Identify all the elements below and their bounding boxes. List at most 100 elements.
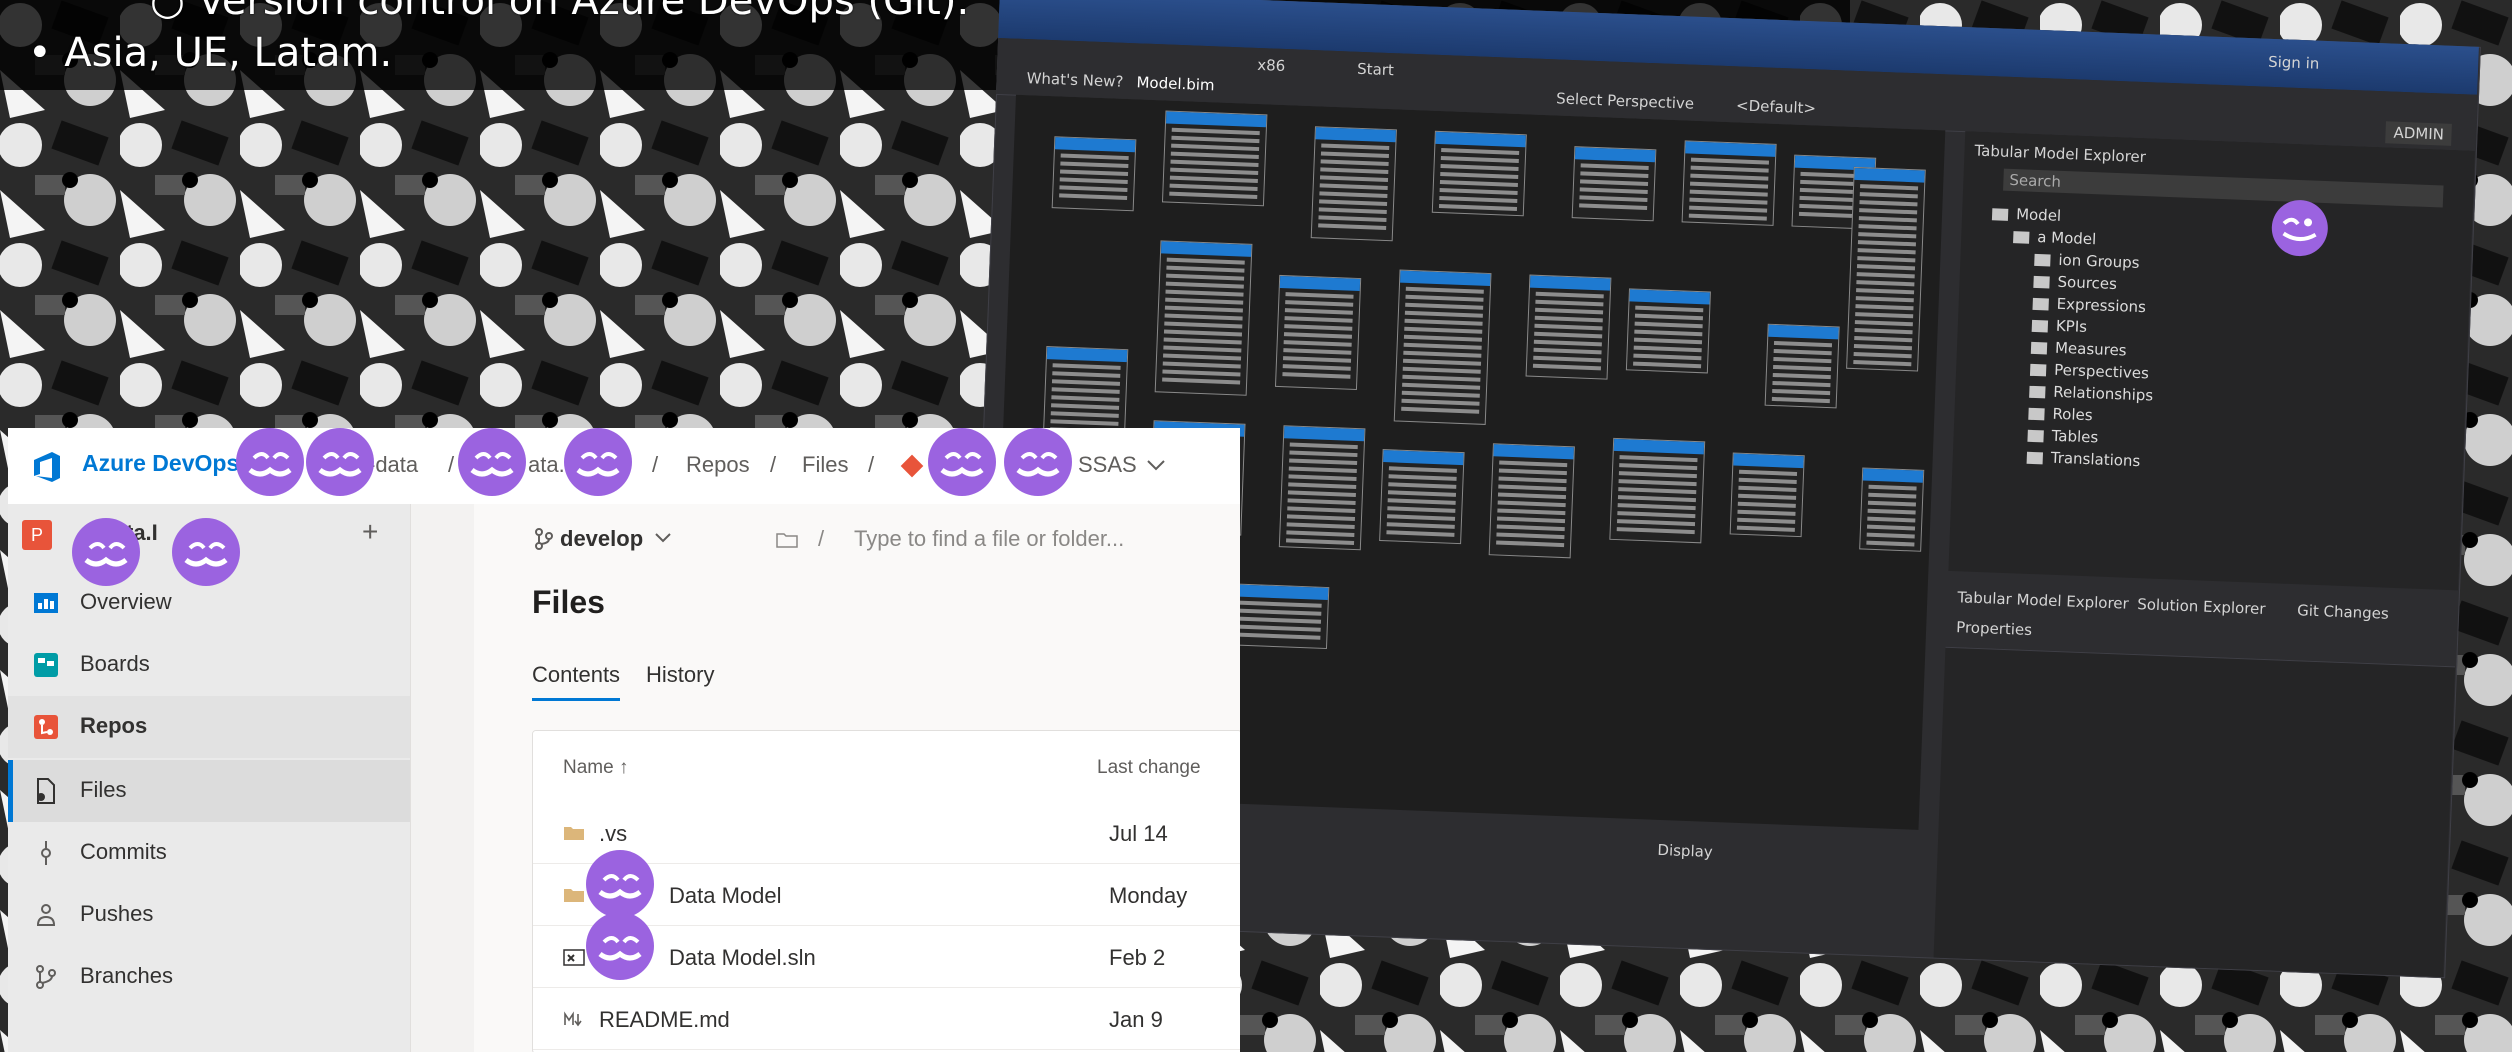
chevron-down-icon[interactable]: [1146, 458, 1166, 472]
tree-item[interactable]: Relationships: [2029, 382, 2154, 405]
sidebar-item-branches[interactable]: Branches: [8, 946, 410, 1008]
vs-sign-in[interactable]: Sign in: [2268, 53, 2320, 73]
markdown-file-icon: [564, 1011, 582, 1027]
tab-git-changes[interactable]: Git Changes: [2297, 601, 2389, 623]
tree-item[interactable]: Measures: [2030, 338, 2127, 360]
explorer-search-input[interactable]: Search: [2009, 171, 2061, 191]
overview-icon: [34, 593, 58, 613]
tree-item[interactable]: a Model: [2013, 227, 2097, 248]
explorer-title: Tabular Model Explorer: [1974, 141, 2147, 167]
vs-start-button[interactable]: Start: [1357, 60, 1394, 79]
file-name[interactable]: Data Model.sln: [669, 945, 816, 971]
solution-file-icon: [563, 949, 585, 966]
table-row[interactable]: README.md Jan 9: [533, 989, 1240, 1050]
model-table-node[interactable]: [1609, 437, 1706, 544]
redaction-avatar-icon: [236, 428, 304, 496]
sidebar-item-repos[interactable]: Repos: [8, 696, 410, 758]
tree-item[interactable]: Model: [1991, 204, 2062, 225]
tree-item[interactable]: Expressions: [2032, 294, 2146, 316]
tree-item-label: Roles: [2052, 404, 2093, 425]
vs-config-select[interactable]: x86: [1257, 56, 1286, 75]
model-table-node[interactable]: [1729, 452, 1805, 538]
redaction-avatar-icon: [564, 428, 632, 496]
column-header-name[interactable]: Name ↑: [563, 757, 628, 779]
sidebar-item-label: Pushes: [80, 901, 154, 926]
tab-contents[interactable]: Contents: [532, 662, 620, 688]
model-table-node[interactable]: [1764, 323, 1840, 409]
breadcrumb-repo-name[interactable]: SSAS: [1078, 452, 1137, 478]
branch-icon: [535, 528, 553, 550]
redaction-avatar-icon: [1004, 428, 1072, 496]
model-table-node[interactable]: [1310, 126, 1397, 242]
model-table-node[interactable]: [1278, 425, 1366, 551]
folder-icon: [2027, 429, 2044, 442]
explorer-search-box[interactable]: Search: [2003, 168, 2444, 208]
model-table-node[interactable]: [1681, 140, 1777, 226]
azure-devops-window: Azure DevOps -data / ata. / Repos / File…: [8, 428, 1240, 1052]
add-button[interactable]: +: [362, 516, 378, 548]
ado-sidebar: P ta.I + Overview Boards Repos Files Commits…: [8, 504, 410, 1052]
sidebar-item-label: Repos: [80, 713, 148, 738]
file-last-change: Feb 2: [1109, 945, 1166, 970]
model-table-node[interactable]: [1161, 110, 1268, 207]
file-last-change: Monday: [1109, 883, 1188, 908]
sidebar-item-pushes[interactable]: Pushes: [8, 884, 410, 946]
vs-tab-model-bim[interactable]: Model.bim: [1136, 73, 1215, 94]
folder-icon: [564, 889, 584, 902]
model-table-node[interactable]: [1154, 240, 1253, 396]
tree-item[interactable]: Sources: [2033, 272, 2117, 293]
slide-bullet-version-control: ○ Version control on Azure DevOps (Git).: [150, 0, 970, 24]
model-table-node[interactable]: [1042, 346, 1129, 442]
model-table-node[interactable]: [1525, 274, 1612, 380]
tree-item[interactable]: Translations: [2026, 448, 2141, 471]
tree-item[interactable]: ion Groups: [2034, 250, 2140, 272]
breadcrumb-project[interactable]: ata.: [528, 452, 565, 478]
tree-item-label: Translations: [2050, 448, 2141, 471]
tree-item-label: Tables: [2051, 426, 2099, 447]
vs-admin-badge: ADMIN: [2385, 121, 2453, 146]
sidebar-item-files[interactable]: Files: [8, 760, 410, 822]
breadcrumb-files[interactable]: Files: [802, 452, 848, 478]
model-table-node[interactable]: [1379, 449, 1465, 545]
file-name[interactable]: .vs: [599, 821, 627, 847]
folder-icon: [1991, 207, 2009, 221]
sidebar-item-label: Commits: [80, 839, 167, 864]
panel-divider: [410, 504, 475, 1052]
tree-item-label: Model: [2015, 205, 2062, 225]
azure-devops-brand[interactable]: Azure DevOps: [82, 450, 239, 477]
file-name[interactable]: Data Model: [669, 883, 782, 909]
model-table-node[interactable]: [1625, 288, 1711, 374]
model-table-node[interactable]: [1571, 146, 1657, 222]
model-table-node[interactable]: [1051, 136, 1137, 212]
folder-icon: [2031, 319, 2049, 332]
folder-icon: [2029, 363, 2047, 376]
sidebar-item-commits[interactable]: Commits: [8, 822, 410, 884]
table-header: Name ↑ Last change: [533, 731, 1240, 804]
file-name[interactable]: README.md: [599, 1007, 730, 1033]
tree-item[interactable]: KPIs: [2031, 316, 2087, 336]
breadcrumb-repos[interactable]: Repos: [686, 452, 750, 478]
vs-tab-whats-new[interactable]: What's New?: [1026, 69, 1123, 91]
chevron-down-icon[interactable]: [654, 532, 672, 544]
tab-history[interactable]: History: [646, 662, 714, 688]
model-table-node[interactable]: [1859, 467, 1925, 552]
tree-item[interactable]: Roles: [2028, 404, 2093, 424]
vs-perspective-select[interactable]: <Default>: [1736, 96, 1817, 117]
breadcrumb-org[interactable]: -data: [368, 452, 418, 478]
model-table-node[interactable]: [1846, 166, 1926, 372]
tab-contents-underline: [532, 698, 620, 701]
column-header-last-change[interactable]: Last change: [1097, 757, 1201, 779]
model-table-node[interactable]: [1393, 269, 1492, 425]
file-search-input[interactable]: Type to find a file or folder...: [854, 526, 1124, 552]
model-table-node[interactable]: [1274, 274, 1362, 390]
model-table-node[interactable]: [1431, 130, 1527, 217]
sidebar-item-label: Files: [80, 777, 127, 802]
model-table-node[interactable]: [1488, 443, 1575, 559]
slide-bullet-regions: • Asia, UE, Latam.: [28, 30, 393, 76]
branch-selector[interactable]: develop: [560, 526, 643, 552]
project-avatar[interactable]: P: [22, 520, 52, 550]
sidebar-item-label: Branches: [80, 963, 173, 988]
tree-item[interactable]: Tables: [2027, 426, 2099, 447]
sidebar-item-boards[interactable]: Boards: [8, 634, 410, 696]
tree-item[interactable]: Perspectives: [2029, 360, 2149, 382]
